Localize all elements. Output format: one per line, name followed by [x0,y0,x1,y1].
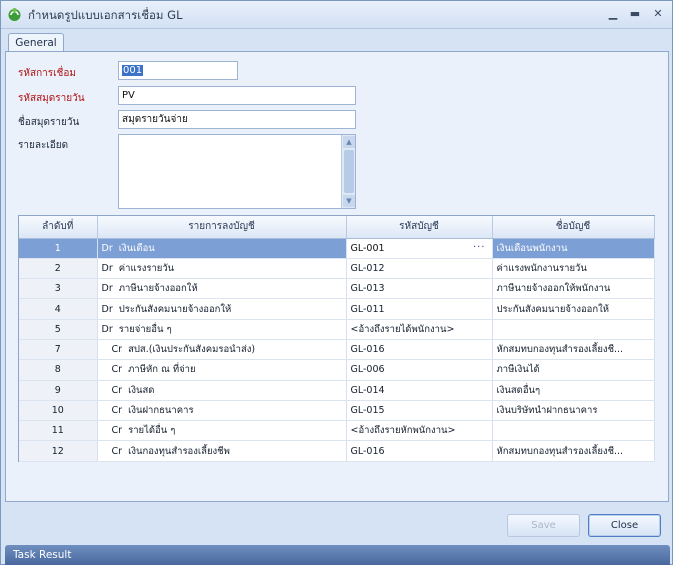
row-entry: Cr รายได้อื่น ๆ [97,420,347,442]
row-account-code[interactable]: GL-015 [346,400,493,422]
row-account-code[interactable]: <อ้างถึงรายหักพนักงาน> [346,420,493,442]
journal-code-input[interactable]: PV [118,86,356,105]
table-row[interactable]: 9 Cr เงินสด GL-014 เงินสดอื่นๆ [19,380,655,401]
row-account-code[interactable]: <อ้างถึงรายได้พนักงาน> [346,319,493,340]
scroll-up-icon[interactable]: ▲ [343,136,355,148]
table-row[interactable]: 11 Cr รายได้อื่น ๆ <อ้างถึงรายหักพนักงาน… [19,420,655,442]
row-entry: Dr เงินเดือน [97,238,347,259]
row-account-name: เงินสดอื่นๆ [492,380,655,401]
row-no: 9 [19,380,98,401]
row-account-name: เงินเดือนพนักงาน [492,238,655,259]
journal-code-label: รหัสสมุดรายวัน [18,93,85,104]
column-header-entry[interactable]: รายการลงบัญชี [97,216,347,239]
row-account-name [492,420,655,442]
tab-strip: General [5,31,670,53]
row-no: 7 [19,339,98,361]
column-header-account-code[interactable]: รหัสบัญชี [346,216,493,239]
row-account-name [492,319,655,340]
link-code-input[interactable]: 001 [118,61,238,80]
row-account-code[interactable]: GL-016 [346,440,493,462]
row-no: 2 [19,258,98,280]
row-entry: Cr ภาษีหัก ณ ที่จ่าย [97,359,347,381]
row-entry: Cr เงินฝากธนาคาร [97,400,347,422]
row-entry: Dr ภาษีนายจ้างออกให้ [97,278,347,300]
row-entry: Cr เงินกองทุนสำรองเลี้ยงชีพ [97,440,347,462]
app-logo-icon [8,8,21,21]
row-account-name: หักสมทบกองทุนสำรองเลี้ยงชี... [492,440,655,462]
row-entry: Cr สปส.(เงินประกันสังคมรอนำส่ง) [97,339,347,361]
table-row[interactable]: 10 Cr เงินฝากธนาคาร GL-015 เงินบริษัทนำฝ… [19,400,655,422]
detail-scrollbar[interactable]: ▲ ▼ [341,135,355,208]
journal-name-input[interactable]: สมุดรายวันจ่าย [118,110,356,129]
table-row[interactable]: 4 Dr ประกันสังคมนายจ้างออกให้ GL-011 ประ… [19,298,655,320]
scroll-down-icon[interactable]: ▼ [343,195,355,207]
table-row[interactable]: 3 Dr ภาษีนายจ้างออกให้ GL-013 ภาษีนายจ้า… [19,278,655,300]
row-account-code[interactable]: GL-001 ··· [346,238,493,259]
table-row[interactable]: 12 Cr เงินกองทุนสำรองเลี้ยงชีพ GL-016 หั… [19,440,655,462]
close-button[interactable]: Close [588,514,661,537]
table-row[interactable]: 7 Cr สปส.(เงินประกันสังคมรอนำส่ง) GL-016… [19,339,655,361]
task-result-bar[interactable]: Task Result [5,545,670,565]
grid-header-row: ลำดับที่ รายการลงบัญชี รหัสบัญชี ชื่อบัญ… [19,216,655,239]
row-account-name: เงินบริษัทนำฝากธนาคาร [492,400,655,422]
row-entry: Dr รายจ่ายอื่น ๆ [97,319,347,340]
row-account-name: หักสมทบกองทุนสำรองเลี้ยงชี... [492,339,655,361]
row-no: 1 [19,238,98,259]
row-no: 11 [19,420,98,442]
row-no: 12 [19,440,98,462]
general-panel: รหัสการเชื่อม 001 รหัสสมุดรายวัน PV ชื่อ… [5,51,669,502]
close-window-icon[interactable]: ✕ [650,7,666,21]
tab-general[interactable]: General [8,33,64,53]
row-no: 4 [19,298,98,320]
row-entry: Dr ประกันสังคมนายจ้างออกให้ [97,298,347,320]
row-account-code[interactable]: GL-014 [346,380,493,401]
row-entry: Dr ค่าแรงรายวัน [97,258,347,280]
minimize-icon[interactable]: ▁ [605,7,621,21]
row-account-code[interactable]: GL-013 [346,278,493,300]
row-no: 10 [19,400,98,422]
table-row[interactable]: 5 Dr รายจ่ายอื่น ๆ <อ้างถึงรายได้พนักงาน… [19,319,655,340]
row-account-name: ภาษีนายจ้างออกให้พนักงาน [492,278,655,300]
journal-name-label: ชื่อสมุดรายวัน [18,117,80,128]
posting-grid: ลำดับที่ รายการลงบัญชี รหัสบัญชี ชื่อบัญ… [18,215,655,462]
row-account-name: ประกันสังคมนายจ้างออกให้ [492,298,655,320]
table-row[interactable]: 2 Dr ค่าแรงรายวัน GL-012 ค่าแรงพนักงานรา… [19,258,655,280]
row-account-name: ค่าแรงพนักงานรายวัน [492,258,655,280]
scroll-thumb[interactable] [344,150,354,193]
detail-label: รายละเอียด [18,140,69,151]
window-title: กำหนดรูปแบบเอกสารเชื่อม GL [28,8,183,22]
row-account-code[interactable]: GL-012 [346,258,493,280]
row-account-code[interactable]: GL-006 [346,359,493,381]
row-no: 3 [19,278,98,300]
column-header-no[interactable]: ลำดับที่ [19,216,98,239]
link-code-label: รหัสการเชื่อม [18,68,76,79]
lookup-ellipsis-icon[interactable]: ··· [473,242,486,253]
row-entry: Cr เงินสด [97,380,347,401]
table-row[interactable]: 8 Cr ภาษีหัก ณ ที่จ่าย GL-006 ภาษีเงินได… [19,359,655,381]
column-header-account-name[interactable]: ชื่อบัญชี [492,216,655,239]
row-no: 8 [19,359,98,381]
save-button[interactable]: Save [507,514,580,537]
row-account-code[interactable]: GL-016 [346,339,493,361]
dialog-window: กำหนดรูปแบบเอกสารเชื่อม GL ▁ ▬ ✕ General… [0,0,673,565]
title-bar: กำหนดรูปแบบเอกสารเชื่อม GL ▁ ▬ ✕ [1,1,672,29]
row-account-name: ภาษีเงินได้ [492,359,655,381]
row-account-code[interactable]: GL-011 [346,298,493,320]
table-row[interactable]: 1 Dr เงินเดือน GL-001 ··· เงินเดือนพนักงา… [19,238,655,259]
row-no: 5 [19,319,98,340]
detail-textarea[interactable]: ▲ ▼ [118,134,356,209]
maximize-icon[interactable]: ▬ [627,7,643,21]
